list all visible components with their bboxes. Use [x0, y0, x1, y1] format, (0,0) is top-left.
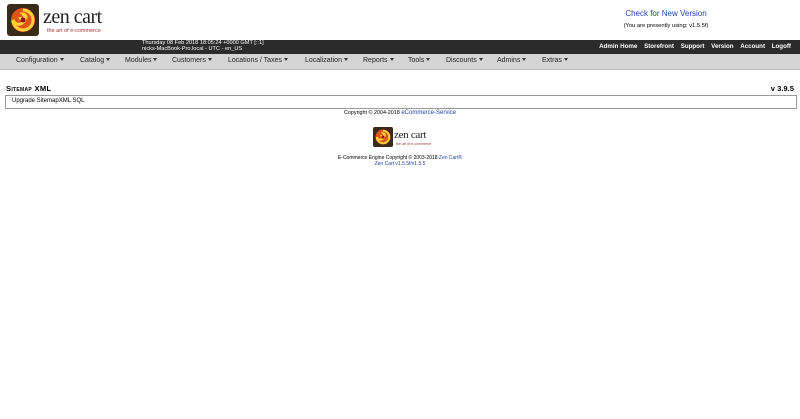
zen-cart-logo-icon	[373, 127, 393, 147]
menu-reports[interactable]: Reports	[363, 57, 394, 64]
logoff-link[interactable]: Logoff	[772, 43, 791, 50]
version-link[interactable]: Version	[711, 43, 733, 50]
menu-localization[interactable]: Localization	[305, 57, 348, 64]
caret-down-icon	[389, 58, 394, 61]
version-check: Check for New Version (You are presently…	[590, 9, 742, 29]
menu-extras[interactable]: Extras	[542, 57, 568, 64]
logo-tagline: the art of e-commerce	[47, 28, 101, 34]
caret-down-icon	[106, 58, 111, 61]
caret-down-icon	[283, 58, 288, 61]
zen-cart-logo[interactable]: zen cart the art of e-commerce	[7, 4, 107, 36]
caret-down-icon	[343, 58, 348, 61]
ecommerce-service-link[interactable]: eCommerce-Service	[401, 110, 456, 116]
menu-label: Extras	[542, 57, 562, 64]
check-new-version-link[interactable]: Check for New Version	[590, 9, 742, 19]
menu-catalog[interactable]: Catalog	[80, 57, 111, 64]
storefront-link[interactable]: Storefront	[644, 43, 674, 50]
zen-cart-version-link[interactable]: Zen Cart v1.5.5f/v1.5.5	[0, 161, 800, 167]
footer-logo-wordmark: zen cart	[394, 129, 427, 141]
copyright-text: Copyright © 2004-2018	[343, 110, 400, 116]
copyright-line: Copyright © 2004-2018 eCommerce-Service	[0, 110, 800, 116]
menu-label: Discounts	[446, 57, 477, 64]
menu-label: Admins	[497, 57, 521, 64]
menu-admins[interactable]: Admins	[497, 57, 527, 64]
footer-zen-cart-logo[interactable]: zen cart the art of e-commerce	[373, 127, 435, 151]
menu-modules[interactable]: Modules	[125, 57, 158, 64]
menu-label: Tools	[408, 57, 425, 64]
caret-down-icon	[153, 58, 158, 61]
menu-tools[interactable]: Tools	[408, 57, 431, 64]
caret-down-icon	[207, 58, 212, 61]
host-text: nicks-MacBook-Pro.local - UTC - en_US	[142, 46, 243, 53]
footer-logo-tagline: the art of e-commerce	[396, 142, 432, 146]
account-link[interactable]: Account	[740, 43, 765, 50]
page-title: Sitemap XML	[6, 84, 52, 93]
menu-label: Customers	[172, 57, 206, 64]
upgrade-sitemapxml-sql-link[interactable]: Upgrade SitemapXML SQL	[12, 98, 84, 104]
caret-down-icon	[563, 58, 568, 61]
engine-credits: E-Commerce Engine Copyright © 2003-2018 …	[0, 155, 800, 167]
plugin-version: v 3.9.5	[770, 84, 794, 93]
menu-label: Localization	[305, 57, 342, 64]
support-link[interactable]: Support	[681, 43, 705, 50]
header: zen cart the art of e-commerce Check for…	[0, 0, 800, 40]
caret-down-icon	[522, 58, 527, 61]
logo-wordmark: zen cart	[43, 6, 102, 28]
admin-info-bar: Thursday 08 Feb 2018 18:05:24 +0000 GMT …	[0, 40, 800, 54]
menu-locations-taxes[interactable]: Locations / Taxes	[228, 57, 288, 64]
menu-configuration[interactable]: Configuration	[16, 57, 64, 64]
menu-label: Reports	[363, 57, 388, 64]
menu-label: Catalog	[80, 57, 105, 64]
zen-cart-link[interactable]: Zen Cart®	[439, 155, 462, 161]
content-panel: Upgrade SitemapXML SQL	[5, 95, 797, 109]
engine-copyright-text: E-Commerce Engine Copyright © 2003-2018	[337, 155, 438, 161]
caret-down-icon	[478, 58, 483, 61]
caret-down-icon	[59, 58, 64, 61]
admin-top-links: Admin Home Storefront Support Version Ac…	[594, 43, 791, 50]
session-info: Thursday 08 Feb 2018 18:05:24 +0000 GMT …	[142, 40, 264, 53]
admin-home-link[interactable]: Admin Home	[599, 43, 637, 50]
menu-label: Locations / Taxes	[228, 57, 282, 64]
zen-cart-logo-icon	[7, 4, 39, 36]
caret-down-icon	[426, 58, 431, 61]
menu-discounts[interactable]: Discounts	[446, 57, 483, 64]
current-version-text: (You are presently using: v1.5.5f)	[623, 23, 709, 29]
main-menu: Configuration Catalog Modules Customers …	[0, 54, 800, 70]
menu-label: Modules	[125, 57, 152, 64]
menu-customers[interactable]: Customers	[172, 57, 212, 64]
menu-label: Configuration	[16, 57, 58, 64]
